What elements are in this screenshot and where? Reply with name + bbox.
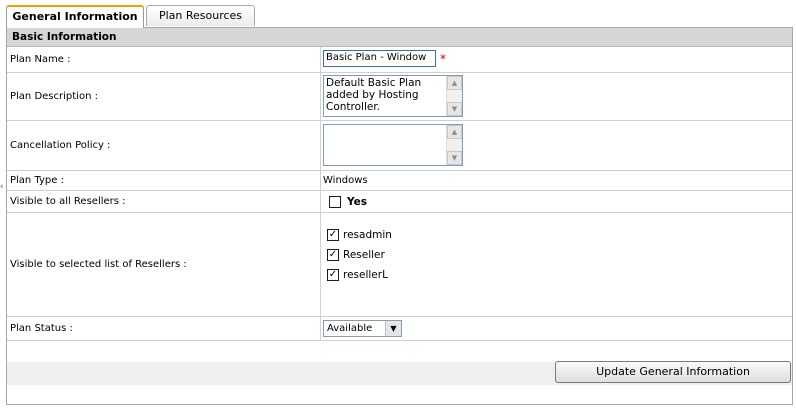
plan-description-textarea[interactable]: Default Basic Plan added by Hosting Cont… bbox=[323, 75, 463, 117]
visible-all-yes-label: Yes bbox=[347, 196, 368, 208]
plan-type-row: Plan Type : Windows bbox=[7, 171, 792, 191]
plan-name-label: Plan Name : bbox=[7, 47, 321, 72]
visible-all-row: Visible to all Resellers : Yes bbox=[7, 191, 792, 213]
tab-general-information[interactable]: General Information bbox=[6, 5, 144, 28]
checkmark-icon: ✓ bbox=[328, 249, 338, 260]
plan-name-input[interactable]: Basic Plan - Window bbox=[323, 50, 436, 67]
chevron-down-icon[interactable]: ▼ bbox=[385, 321, 401, 336]
plan-description-row: Plan Description : Default Basic Plan ad… bbox=[7, 73, 792, 121]
visible-selected-label: Visible to selected list of Resellers : bbox=[7, 213, 321, 316]
plan-status-label: Plan Status : bbox=[7, 317, 321, 340]
reseller-resadmin-label: resadmin bbox=[343, 229, 392, 241]
update-general-information-button[interactable]: Update General Information bbox=[555, 361, 791, 383]
plan-description-label: Plan Description : bbox=[7, 73, 321, 120]
checkmark-icon: ✓ bbox=[328, 229, 338, 240]
plan-description-text: Default Basic Plan added by Hosting Cont… bbox=[326, 77, 422, 113]
scroll-down-icon[interactable]: ▼ bbox=[447, 102, 462, 116]
scroll-up-icon[interactable]: ▲ bbox=[447, 125, 462, 139]
scrollbar[interactable]: ▲ ▼ bbox=[446, 125, 462, 165]
scrollbar[interactable]: ▲ ▼ bbox=[446, 76, 462, 116]
visible-all-checkbox[interactable] bbox=[329, 196, 341, 208]
resize-grip-icon: ‹ bbox=[0, 182, 4, 192]
plan-type-label: Plan Type : bbox=[7, 171, 321, 190]
plan-name-row: Plan Name : Basic Plan - Window * bbox=[7, 47, 792, 73]
plan-type-value: Windows bbox=[323, 175, 368, 186]
visible-selected-row: Visible to selected list of Resellers : … bbox=[7, 213, 792, 317]
general-information-panel: Basic Information Plan Name : Basic Plan… bbox=[6, 27, 793, 405]
scroll-up-icon[interactable]: ▲ bbox=[447, 76, 462, 90]
cancellation-policy-label: Cancellation Policy : bbox=[7, 121, 321, 170]
reseller-resadmin-checkbox[interactable]: ✓ bbox=[327, 229, 339, 241]
reseller-resellerl-label: resellerL bbox=[343, 269, 388, 281]
tab-plan-resources[interactable]: Plan Resources bbox=[146, 5, 255, 26]
scroll-down-icon[interactable]: ▼ bbox=[447, 151, 462, 165]
required-marker: * bbox=[440, 52, 446, 66]
reseller-reseller-label: Reseller bbox=[343, 249, 385, 261]
plan-status-row: Plan Status : Available ▼ bbox=[7, 317, 792, 341]
cancellation-policy-textarea[interactable]: ▲ ▼ bbox=[323, 124, 463, 166]
section-title: Basic Information bbox=[7, 28, 792, 47]
checkmark-icon: ✓ bbox=[328, 269, 338, 280]
visible-all-label: Visible to all Resellers : bbox=[7, 191, 321, 212]
plan-status-selected: Available bbox=[327, 323, 373, 334]
reseller-reseller-checkbox[interactable]: ✓ bbox=[327, 249, 339, 261]
plan-status-select[interactable]: Available ▼ bbox=[323, 320, 402, 337]
cancellation-policy-row: Cancellation Policy : ▲ ▼ bbox=[7, 121, 792, 171]
reseller-resellerl-checkbox[interactable]: ✓ bbox=[327, 269, 339, 281]
